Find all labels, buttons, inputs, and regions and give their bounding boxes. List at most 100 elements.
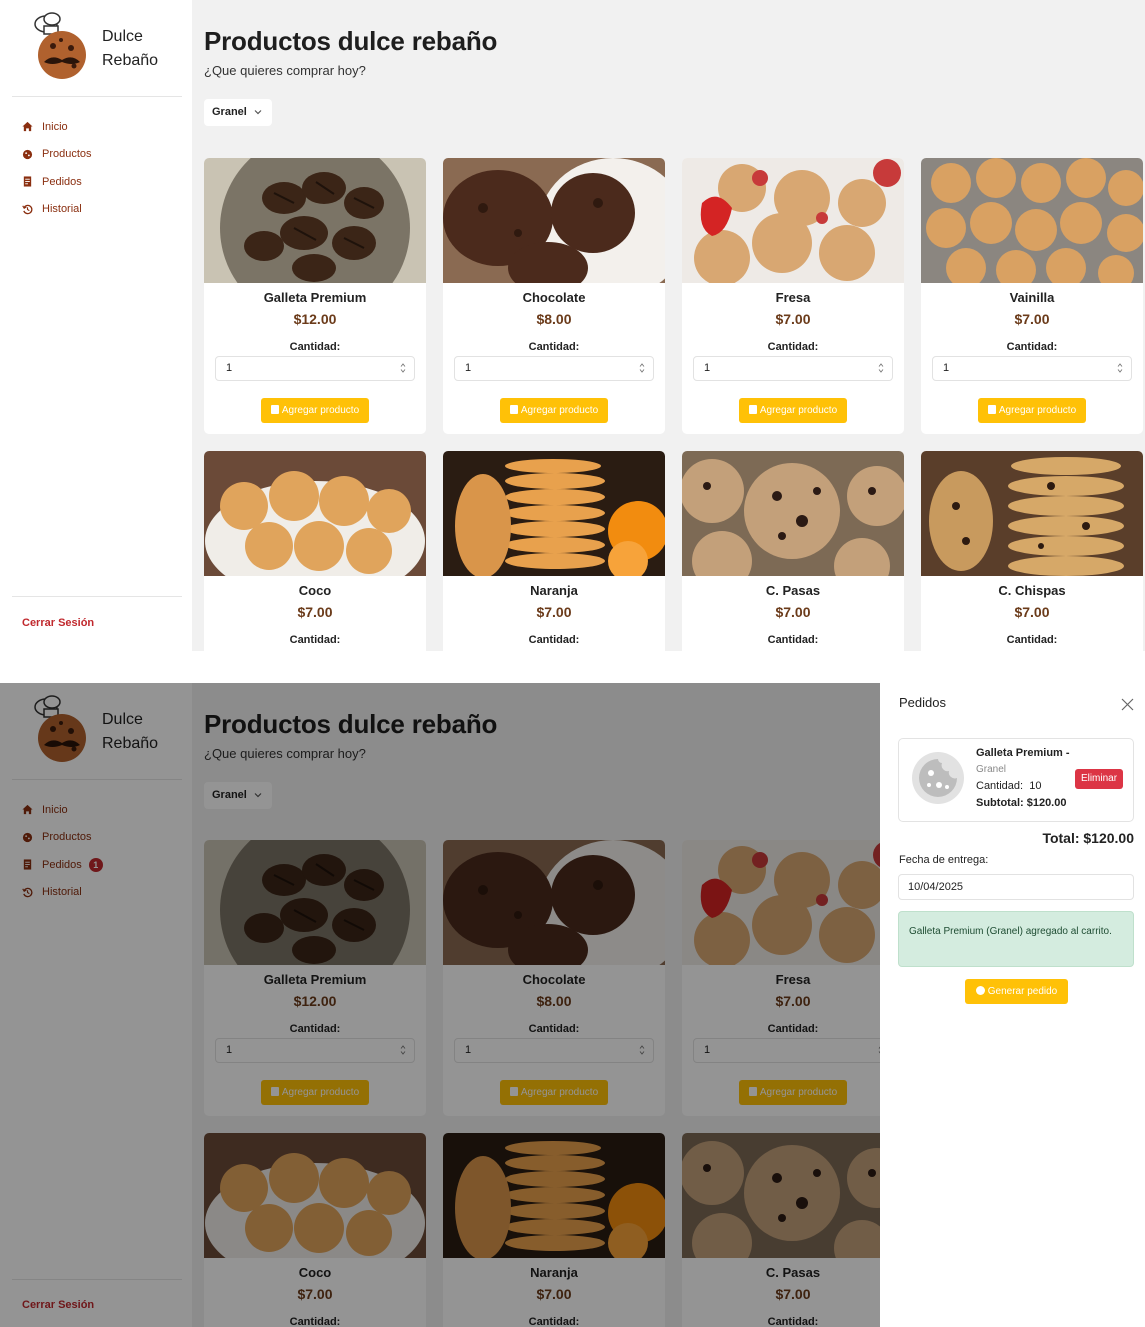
spinner-icon xyxy=(1117,363,1123,373)
add-product-label: Agregar producto xyxy=(520,405,599,416)
sidebar: Dulce Rebaño Inicio Productos Pedidos Hi… xyxy=(0,0,192,651)
sidebar-item-label: Historial xyxy=(42,203,82,216)
product-image-chocolate xyxy=(443,158,665,298)
product-card: Fresa $7.00 Cantidad: 1 Agregar producto xyxy=(682,158,904,434)
receipt-icon xyxy=(23,176,32,187)
chevron-down-icon xyxy=(254,110,262,115)
add-product-label: Agregar producto xyxy=(998,405,1077,416)
cart-title: Pedidos xyxy=(899,695,946,710)
quantity-value: 1 xyxy=(226,362,233,374)
product-card: Naranja $7.00 Cantidad: xyxy=(443,451,665,651)
logo-icon xyxy=(34,12,86,79)
add-product-button[interactable]: Agregar producto xyxy=(978,398,1086,423)
product-price: $7.00 xyxy=(536,604,572,620)
product-card: Vainilla $7.00 Cantidad: 1 Agregar produ… xyxy=(921,158,1143,434)
quantity-label: Cantidad: xyxy=(289,634,341,646)
success-alert: Galleta Premium (Granel) agregado al car… xyxy=(898,911,1134,967)
product-card: C. Pasas $7.00 Cantidad: xyxy=(682,451,904,651)
brand-line-1: Dulce xyxy=(102,28,143,45)
product-card: C. Chispas $7.00 Cantidad: xyxy=(921,451,1143,651)
sidebar-item-label: Pedidos xyxy=(42,175,82,188)
sidebar-item-label: Inicio xyxy=(42,120,68,133)
sidebar-item-productos[interactable]: Productos xyxy=(22,141,92,169)
product-image-c-chispas xyxy=(921,451,1143,576)
add-product-label: Agregar producto xyxy=(759,405,838,416)
remove-item-button[interactable]: Eliminar xyxy=(1075,769,1123,789)
cart-total: Total: $120.00 xyxy=(1042,830,1134,846)
quantity-label: Cantidad: xyxy=(289,341,341,353)
quantity-value: 1 xyxy=(465,362,472,374)
cart-item-subtotal: Subtotal: $120.00 xyxy=(976,797,1067,809)
product-image-vainilla xyxy=(921,158,1143,291)
sidebar-item-label: Productos xyxy=(42,148,92,161)
quantity-value: 1 xyxy=(943,362,950,374)
generate-order-label: Generar pedido xyxy=(987,986,1058,997)
product-price: $7.00 xyxy=(775,311,811,327)
product-name: Naranja xyxy=(530,583,578,598)
cart-item-quantity-label: Cantidad: xyxy=(976,780,1024,792)
cart-item-name: Galleta Premium - xyxy=(976,747,1070,759)
page-subtitle: ¿Que quieres comprar hoy? xyxy=(204,63,366,78)
sidebar-divider xyxy=(12,596,182,597)
product-image-c-pasas xyxy=(682,451,904,594)
page-title: Productos dulce rebaño xyxy=(204,26,498,56)
product-image-coco xyxy=(204,451,426,601)
quantity-input[interactable]: 1 xyxy=(215,356,415,381)
product-price: $7.00 xyxy=(1014,311,1050,327)
brand[interactable]: Dulce Rebaño xyxy=(30,12,180,92)
quantity-label: Cantidad: xyxy=(528,634,580,646)
quantity-label: Cantidad: xyxy=(1006,341,1058,353)
product-image-galleta-premium xyxy=(204,158,426,323)
bag-icon xyxy=(987,405,996,414)
sidebar-divider xyxy=(12,96,182,97)
quantity-label: Cantidad: xyxy=(767,634,819,646)
quantity-label: Cantidad: xyxy=(1006,634,1058,646)
quantity-label: Cantidad: xyxy=(528,341,580,353)
quantity-label: Cantidad: xyxy=(767,341,819,353)
product-card: Coco $7.00 Cantidad: xyxy=(204,451,426,651)
spinner-icon xyxy=(878,363,884,373)
product-price: $7.00 xyxy=(297,604,333,620)
cookie-icon xyxy=(22,149,33,159)
cart-panel: Pedidos Galleta Premium - Granel Cantida… xyxy=(880,683,1145,1327)
product-name: Vainilla xyxy=(1009,290,1055,305)
cart-item-quantity-value: 10 xyxy=(1029,780,1042,792)
category-select[interactable]: Granel xyxy=(204,99,272,126)
sidebar-nav: Inicio Productos Pedidos Historial xyxy=(22,113,92,223)
cookie-placeholder-icon xyxy=(912,752,964,804)
category-select-value: Granel xyxy=(212,106,247,118)
product-name: Chocolate xyxy=(522,290,586,305)
bag-icon xyxy=(270,405,279,414)
add-product-button[interactable]: Agregar producto xyxy=(261,398,369,423)
check-circle-icon xyxy=(975,986,985,995)
product-image-fresa xyxy=(682,158,904,286)
brand-line-2: Rebaño xyxy=(102,52,159,69)
add-product-button[interactable]: Agregar producto xyxy=(739,398,847,423)
add-product-button[interactable]: Agregar producto xyxy=(500,398,608,423)
delivery-date-input[interactable]: 10/04/2025 xyxy=(898,874,1134,900)
sidebar-item-inicio[interactable]: Inicio xyxy=(22,113,92,141)
quantity-input[interactable]: 1 xyxy=(932,356,1132,381)
spinner-icon xyxy=(400,363,406,373)
cart-item-quantity: Cantidad: 10 xyxy=(976,780,1041,792)
logout-link[interactable]: Cerrar Sesión xyxy=(22,617,94,629)
modal-backdrop[interactable] xyxy=(0,683,880,1327)
product-price: $8.00 xyxy=(536,311,572,327)
sidebar-item-pedidos[interactable]: Pedidos xyxy=(22,168,92,196)
product-card: Chocolate $8.00 Cantidad: 1 Agregar prod… xyxy=(443,158,665,434)
sidebar-item-historial[interactable]: Historial xyxy=(22,196,92,224)
delivery-date-label: Fecha de entrega: xyxy=(899,854,989,866)
main-content: Productos dulce rebaño ¿Que quieres comp… xyxy=(192,0,1145,651)
product-name: C. Chispas xyxy=(998,583,1066,598)
product-name: Galleta Premium xyxy=(263,290,367,305)
quantity-input[interactable]: 1 xyxy=(693,356,893,381)
product-price: $7.00 xyxy=(775,604,811,620)
generate-order-button[interactable]: Generar pedido xyxy=(965,979,1068,1004)
product-price: $12.00 xyxy=(293,311,337,327)
bag-icon xyxy=(509,405,518,414)
quantity-input[interactable]: 1 xyxy=(454,356,654,381)
bag-icon xyxy=(748,405,757,414)
close-icon[interactable] xyxy=(1121,698,1134,711)
history-icon xyxy=(22,204,33,214)
screen-products: Dulce Rebaño Inicio Productos Pedidos Hi… xyxy=(0,0,1145,651)
